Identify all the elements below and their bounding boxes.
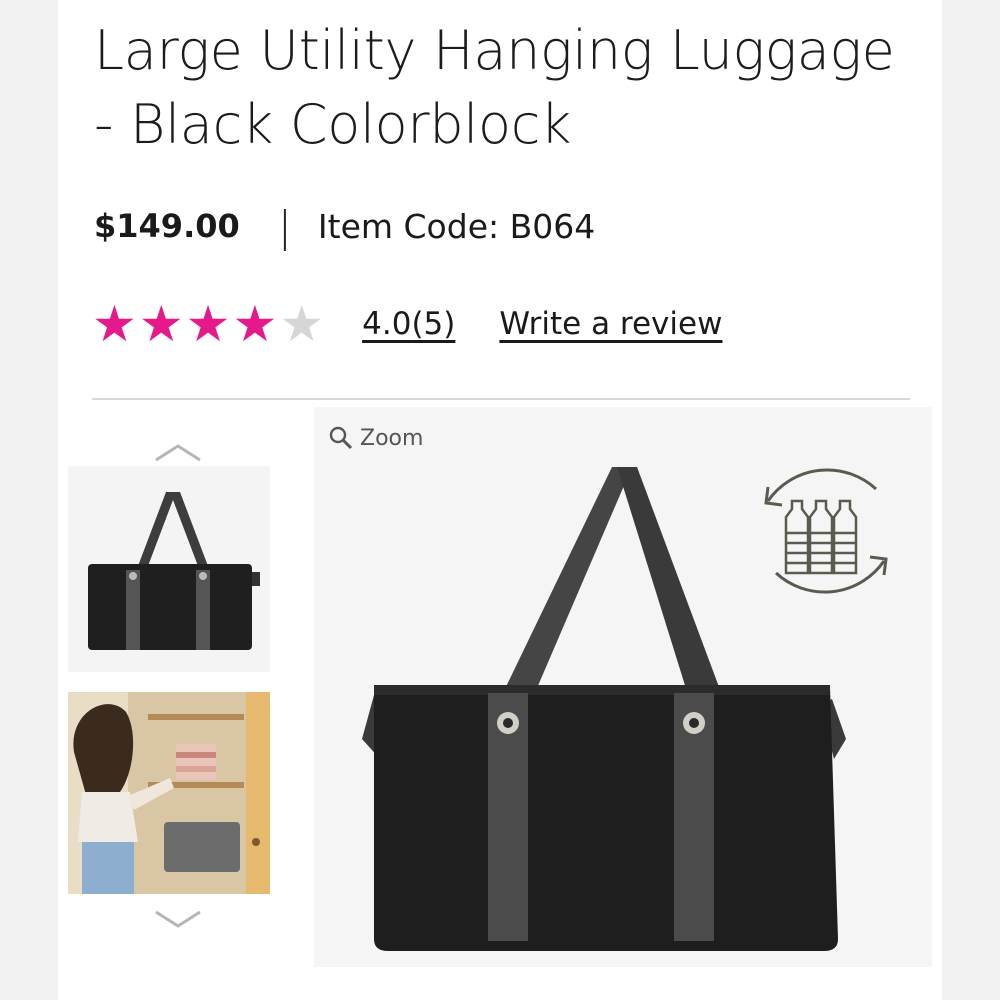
main-product-image[interactable]: Zoom xyxy=(314,407,932,967)
rating-row: ★ ★ ★ ★ ★ 4.0(5) Write a review xyxy=(92,296,722,352)
tote-bag-image xyxy=(362,467,846,951)
zoom-button[interactable]: Zoom xyxy=(328,425,423,451)
star-icon: ★ xyxy=(185,295,231,353)
rating-summary-link[interactable]: 4.0(5) xyxy=(362,306,455,342)
star-icon: ★ xyxy=(232,295,278,353)
product-page: Large Utility Hanging Luggage - Black Co… xyxy=(58,0,942,1000)
price-separator: | xyxy=(277,201,292,251)
write-review-link[interactable]: Write a review xyxy=(499,306,722,342)
rating-count: (5) xyxy=(411,306,456,342)
rating-score: 4.0 xyxy=(362,306,412,342)
zoom-label: Zoom xyxy=(360,425,424,451)
star-icon: ★ xyxy=(92,295,137,353)
chevron-down-icon[interactable] xyxy=(148,904,208,934)
divider xyxy=(92,398,910,400)
star-icon: ★ xyxy=(138,295,184,353)
closet-lifestyle-thumbnail[interactable] xyxy=(68,692,270,894)
product-title-line2: - Black Colorblock xyxy=(94,93,572,156)
magnifier-icon xyxy=(329,426,353,450)
product-price: $149.00 xyxy=(94,207,240,245)
chevron-up-icon[interactable] xyxy=(148,438,208,468)
rating-stars: ★ ★ ★ ★ ★ xyxy=(92,299,324,349)
product-title: Large Utility Hanging Luggage - Black Co… xyxy=(94,14,934,162)
thumbnail-carousel xyxy=(68,420,270,940)
star-icon: ★ xyxy=(279,295,325,353)
bag-product-thumbnail[interactable] xyxy=(68,466,270,672)
item-code: Item Code: B064 xyxy=(317,206,596,246)
product-title-line1: Large Utility Hanging Luggage xyxy=(94,19,895,82)
price-row: $149.00 | Item Code: B064 xyxy=(94,200,595,252)
